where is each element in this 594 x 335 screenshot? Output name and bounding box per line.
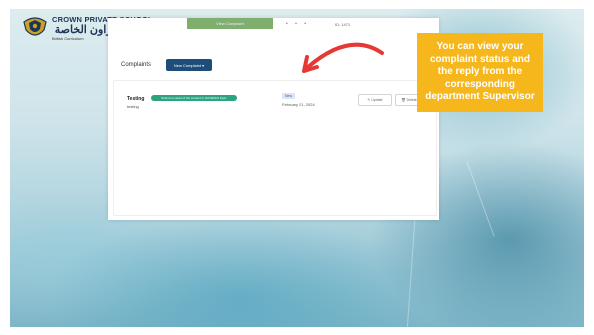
callout-line: complaint status and xyxy=(429,53,530,65)
callout-line: corresponding xyxy=(444,78,515,90)
background-ice-image: CROWN PRIVATE SCHOOL مدرسة كراون الخاصة … xyxy=(10,9,584,327)
callout-line: department Supervisor xyxy=(425,91,535,103)
arrow-shaft xyxy=(306,42,384,69)
callout-line: You can view your xyxy=(436,41,524,53)
callout-box: You can view your complaint status and t… xyxy=(417,33,543,112)
callout-line: the reply from the xyxy=(437,66,523,78)
